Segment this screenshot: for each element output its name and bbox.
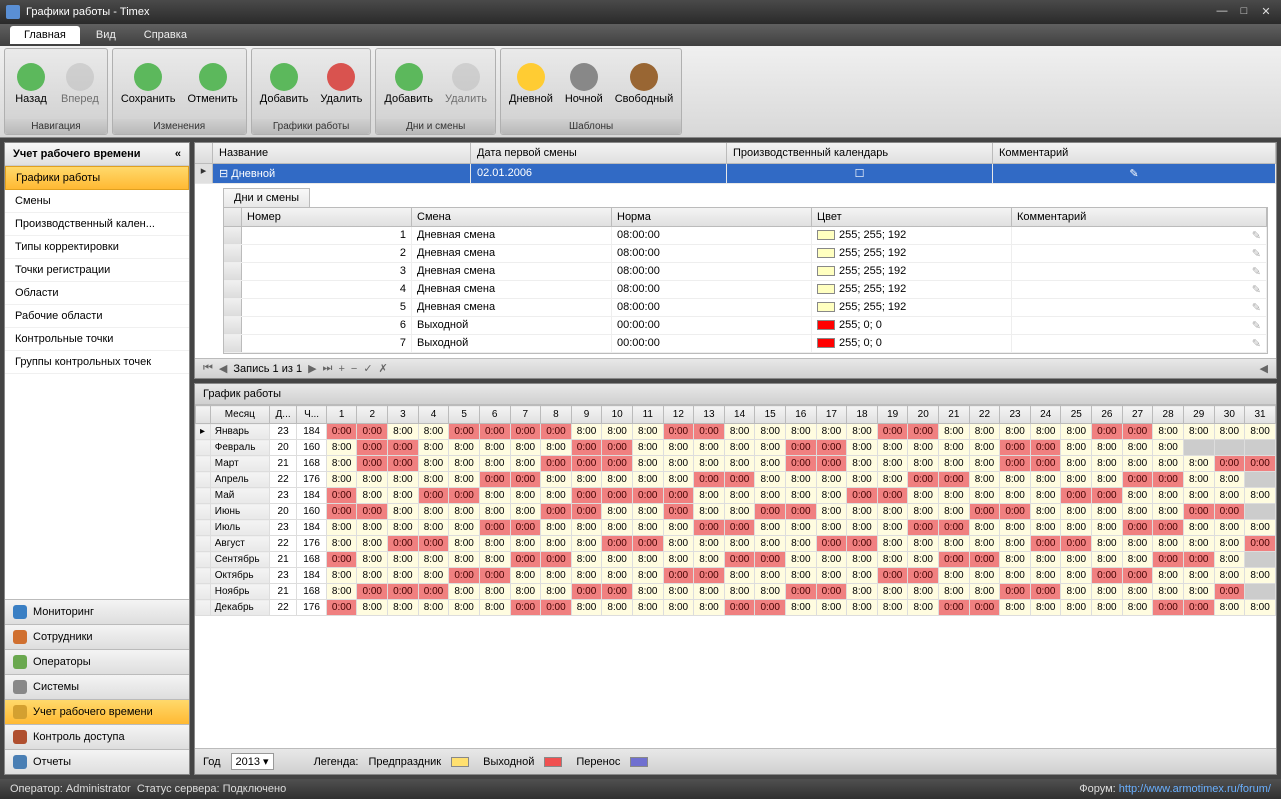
nav-item[interactable]: Отчеты (5, 749, 189, 774)
col-date[interactable]: Дата первой смены (471, 143, 727, 163)
delete-schedule-button[interactable]: Удалить (314, 51, 368, 117)
tab-main[interactable]: Главная (10, 26, 80, 44)
shift-row[interactable]: 6Выходной00:00:00255; 0; 0✎ (224, 317, 1267, 335)
calendar-title: График работы (195, 384, 1276, 405)
sidebar-item[interactable]: Производственный кален... (5, 213, 189, 236)
pager-last[interactable]: ⏭ (323, 362, 333, 375)
pager-del[interactable]: − (351, 363, 357, 375)
forum-link[interactable]: http://www.armotimex.ru/forum/ (1119, 783, 1271, 795)
tpl-day-button[interactable]: Дневной (503, 51, 559, 117)
collapse-icon[interactable]: « (175, 148, 181, 160)
sidebar-item[interactable]: Контрольные точки (5, 328, 189, 351)
back-button[interactable]: Назад (7, 51, 55, 117)
menu-help[interactable]: Справка (130, 26, 201, 44)
pager-prev[interactable]: ◀ (219, 362, 227, 375)
schedules-panel: Название Дата первой смены Производствен… (194, 142, 1277, 379)
nav-item[interactable]: Мониторинг (5, 599, 189, 624)
nav-item[interactable]: Сотрудники (5, 624, 189, 649)
window-title: Графики работы - Timex (26, 6, 149, 18)
col-comment[interactable]: Комментарий (993, 143, 1276, 163)
schedule-row[interactable]: ▸ ⊟ Дневной 02.01.2006 ☐ ✎ (195, 164, 1276, 184)
maximize-button[interactable]: □ (1235, 5, 1253, 19)
pager: ⏮ ◀ Запись 1 из 1 ▶ ⏭ + − ✓ ✗ ◀ (195, 358, 1276, 378)
sidebar-item[interactable]: Рабочие области (5, 305, 189, 328)
nav-item[interactable]: Учет рабочего времени (5, 699, 189, 724)
nav-item[interactable]: Системы (5, 674, 189, 699)
delete-day-button: Удалить (439, 51, 493, 117)
pager-add[interactable]: + (338, 363, 344, 375)
menu-view[interactable]: Вид (82, 26, 130, 44)
sidebar-item[interactable]: Точки регистрации (5, 259, 189, 282)
pager-next[interactable]: ▶ (308, 362, 316, 375)
shift-row[interactable]: 1Дневная смена08:00:00255; 255; 192✎ (224, 227, 1267, 245)
minimize-button[interactable]: — (1213, 5, 1231, 19)
legend: Год 2013 ▾ Легенда: Предпраздник Выходно… (195, 748, 1276, 774)
subtab-days[interactable]: Дни и смены (223, 188, 310, 207)
status-bar: Оператор: Administrator Статус сервера: … (0, 779, 1281, 799)
col-name[interactable]: Название (213, 143, 471, 163)
ribbon: НазадВпередНавигацияСохранитьОтменитьИзм… (0, 46, 1281, 138)
title-bar: Графики работы - Timex — □ ✕ (0, 0, 1281, 24)
sidebar-item[interactable]: Графики работы (5, 166, 189, 190)
nav-item[interactable]: Контроль доступа (5, 724, 189, 749)
add-day-button[interactable]: Добавить (378, 51, 439, 117)
shift-row[interactable]: 2Дневная смена08:00:00255; 255; 192✎ (224, 245, 1267, 263)
sidebar-item[interactable]: Смены (5, 190, 189, 213)
sidebar-item[interactable]: Типы корректировки (5, 236, 189, 259)
sidebar-item[interactable]: Группы контрольных точек (5, 351, 189, 374)
shift-row[interactable]: 3Дневная смена08:00:00255; 255; 192✎ (224, 263, 1267, 281)
col-cal[interactable]: Производственный календарь (727, 143, 993, 163)
sidebar-item[interactable]: Области (5, 282, 189, 305)
calendar-table: МесяцД...Ч...123456789101112131415161718… (195, 405, 1276, 616)
shift-row[interactable]: 7Выходной00:00:00255; 0; 0✎ (224, 335, 1267, 353)
close-button[interactable]: ✕ (1257, 5, 1275, 19)
sidebar-header: Учет рабочего времени « (5, 143, 189, 166)
tpl-free-button[interactable]: Свободный (609, 51, 680, 117)
add-schedule-button[interactable]: Добавить (254, 51, 315, 117)
tpl-night-button[interactable]: Ночной (559, 51, 609, 117)
app-icon (6, 5, 20, 19)
forward-button: Вперед (55, 51, 105, 117)
cancel-button[interactable]: Отменить (182, 51, 244, 117)
menu-bar: Главная Вид Справка (0, 24, 1281, 46)
year-input[interactable]: 2013 ▾ (231, 753, 274, 770)
days-grid: Номер Смена Норма Цвет Комментарий 1Днев… (223, 207, 1268, 354)
shift-row[interactable]: 4Дневная смена08:00:00255; 255; 192✎ (224, 281, 1267, 299)
shift-row[interactable]: 5Дневная смена08:00:00255; 255; 192✎ (224, 299, 1267, 317)
nav-item[interactable]: Операторы (5, 649, 189, 674)
save-button[interactable]: Сохранить (115, 51, 182, 117)
sidebar: Учет рабочего времени « Графики работыСм… (4, 142, 190, 775)
pager-first[interactable]: ⏮ (203, 362, 213, 375)
calendar-panel: График работы МесяцД...Ч...1234567891011… (194, 383, 1277, 775)
